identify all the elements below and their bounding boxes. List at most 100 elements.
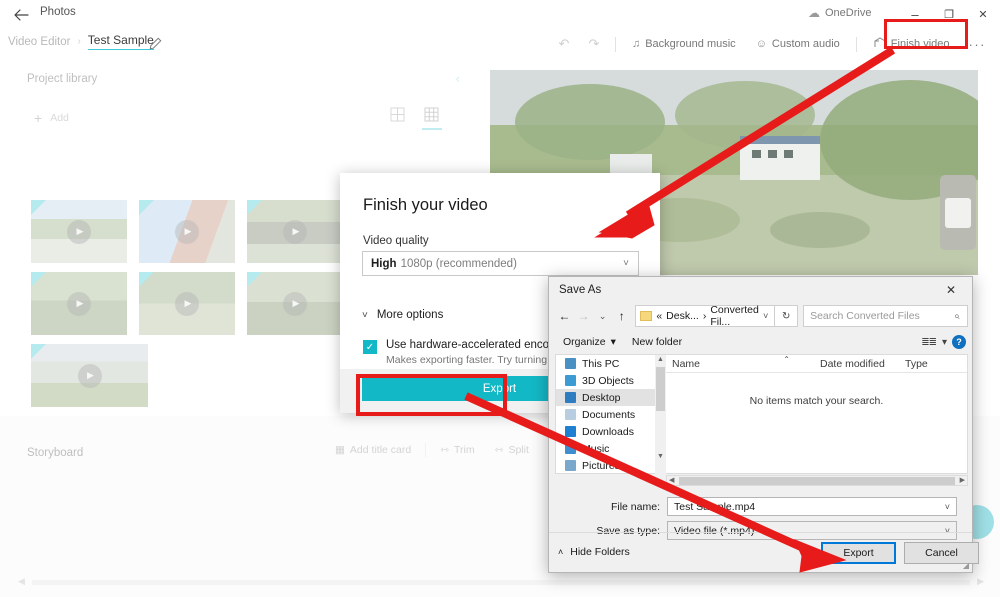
finish-video-button[interactable]: Finish video: [863, 32, 961, 56]
onedrive-status[interactable]: ☁ OneDrive: [808, 6, 871, 20]
empty-state-message: No items match your search.: [749, 395, 884, 407]
toolbar-divider-1: [614, 36, 616, 52]
organize-button[interactable]: Organize ▾: [555, 336, 624, 348]
more-options-toggle[interactable]: ˅ More options: [362, 309, 443, 321]
close-button[interactable]: ✕: [966, 0, 1000, 29]
maximize-button[interactable]: ❐: [932, 0, 966, 29]
storyboard-tools: ▦ Add title card ⇿ Trim ⇿ Split A]: [325, 443, 569, 457]
close-icon[interactable]: ✕: [934, 280, 968, 300]
tree-item-desktop[interactable]: Desktop: [556, 389, 655, 406]
new-folder-button[interactable]: New folder: [624, 336, 690, 348]
column-header-date-modified[interactable]: Date modified: [814, 358, 899, 372]
trim-button[interactable]: ⇿ Trim: [430, 444, 484, 456]
navigation-tree[interactable]: This PC 3D Objects Desktop Documents Dow…: [555, 354, 655, 474]
add-title-card-button[interactable]: ▦ Add title card: [325, 444, 421, 456]
address-crumb-2[interactable]: Converted Fil...: [710, 304, 770, 328]
custom-audio-button[interactable]: ☺ Custom audio: [746, 32, 850, 56]
nav-back-button[interactable]: ←: [555, 305, 574, 327]
grid-large-icon[interactable]: [390, 107, 406, 123]
grid-small-icon[interactable]: [422, 107, 442, 130]
help-icon[interactable]: ?: [952, 335, 966, 349]
scroll-left-icon[interactable]: ◀: [18, 576, 25, 587]
download-icon: [565, 426, 576, 437]
caret-down-icon[interactable]: ▾: [942, 337, 947, 348]
tree-item-this-pc[interactable]: This PC: [556, 355, 655, 372]
list-item[interactable]: ▶: [31, 200, 127, 263]
redo-button[interactable]: ↷: [579, 32, 609, 56]
refresh-icon[interactable]: ↻: [775, 305, 799, 327]
play-icon[interactable]: ▶: [77, 363, 102, 388]
background-music-button[interactable]: ♫ Background music: [622, 32, 746, 56]
hide-folders-toggle[interactable]: ˄ Hide Folders: [558, 546, 630, 558]
split-icon: ⇿: [494, 444, 504, 456]
save-as-dialog: Save As ✕ ← → ⌄ ↑ « Desk... › Converted …: [548, 276, 979, 573]
split-button[interactable]: ⇿ Split: [485, 444, 539, 456]
tree-scrollbar[interactable]: ▲ ▼: [655, 354, 666, 474]
title-card-icon: ▦: [335, 444, 345, 456]
breadcrumb-project-name[interactable]: Test Sample: [87, 33, 154, 50]
play-icon[interactable]: ▶: [283, 291, 307, 316]
view-layout-icon[interactable]: ≣≣: [921, 337, 937, 348]
tree-item-pictures[interactable]: Pictures: [556, 457, 655, 473]
search-input[interactable]: Search Converted Files ⌕: [803, 305, 968, 327]
breadcrumb-video-editor[interactable]: Video Editor: [8, 36, 70, 48]
list-item[interactable]: ▶: [247, 200, 343, 263]
scrollbar-thumb[interactable]: [679, 477, 955, 485]
file-list[interactable]: Name Date modified Type No items match y…: [666, 354, 968, 474]
scroll-left-icon[interactable]: ◀: [669, 476, 674, 484]
folder-icon: [640, 311, 653, 321]
minimize-button[interactable]: –: [898, 0, 932, 29]
scroll-up-icon[interactable]: ▲: [657, 356, 664, 363]
scroll-right-icon[interactable]: ▶: [977, 576, 984, 587]
hardware-encoding-checkbox[interactable]: ✓: [363, 340, 377, 354]
play-icon[interactable]: ▶: [67, 219, 91, 244]
file-list-horizontal-scrollbar[interactable]: ◀ ▶: [666, 475, 968, 486]
tree-item-music[interactable]: Music: [556, 440, 655, 457]
undo-button[interactable]: ↶: [549, 32, 579, 56]
column-header-name[interactable]: Name: [666, 355, 814, 372]
chevron-down-icon[interactable]: ˅: [763, 311, 768, 321]
scroll-down-icon[interactable]: ▼: [657, 453, 664, 460]
person-audio-icon: ☺: [755, 38, 767, 50]
split-label: Split: [508, 444, 529, 456]
list-item[interactable]: ▶: [247, 272, 343, 335]
play-icon[interactable]: ▶: [175, 291, 199, 316]
list-item[interactable]: ▶: [139, 200, 235, 263]
tree-item-documents[interactable]: Documents: [556, 406, 655, 423]
back-arrow-icon[interactable]: [10, 4, 32, 26]
nav-forward-button[interactable]: →: [574, 305, 593, 327]
desktop-icon: [565, 392, 576, 403]
chevron-left-icon[interactable]: ‹: [456, 71, 460, 86]
play-icon[interactable]: ▶: [175, 219, 199, 244]
cloud-icon: ☁: [808, 6, 820, 20]
caret-down-icon: ▾: [610, 336, 616, 348]
storyboard-title: Storyboard: [27, 447, 84, 459]
column-header-type[interactable]: Type: [899, 358, 949, 372]
tree-item-3d-objects[interactable]: 3D Objects: [556, 372, 655, 389]
chevron-down-icon[interactable]: ˅: [945, 502, 950, 512]
address-bar[interactable]: « Desk... › Converted Fil... ˅: [635, 304, 776, 328]
tree-item-downloads[interactable]: Downloads: [556, 423, 655, 440]
address-crumb-1[interactable]: Desk...: [666, 310, 699, 322]
add-media-button[interactable]: + Add: [34, 110, 69, 126]
video-quality-dropdown[interactable]: High 1080p (recommended) ˅: [362, 251, 639, 276]
save-as-export-button[interactable]: Export: [821, 542, 896, 564]
scrollbar-thumb[interactable]: [656, 367, 665, 411]
pencil-icon[interactable]: [145, 33, 165, 53]
nav-up-button[interactable]: ↑: [612, 305, 631, 327]
nav-recent-button[interactable]: ⌄: [593, 305, 612, 327]
play-icon[interactable]: ▶: [283, 219, 307, 244]
file-name-input[interactable]: Test Sample.mp4 ˅: [667, 497, 957, 516]
save-as-footer: ˄ Hide Folders Export Cancel ◢: [549, 532, 979, 572]
address-separator: ›: [702, 310, 707, 322]
play-icon[interactable]: ▶: [67, 291, 91, 316]
list-item[interactable]: ▶: [31, 272, 127, 335]
toolbar-divider-2: [855, 36, 857, 52]
overflow-menu-button[interactable]: ···: [961, 37, 995, 52]
scroll-right-icon[interactable]: ▶: [960, 476, 965, 484]
search-icon[interactable]: ⌕: [954, 311, 960, 322]
list-item[interactable]: ▶: [139, 272, 235, 335]
tree-label: Downloads: [582, 425, 634, 438]
resize-grip-icon[interactable]: ◢: [963, 561, 969, 570]
list-item[interactable]: ▶: [31, 344, 148, 407]
